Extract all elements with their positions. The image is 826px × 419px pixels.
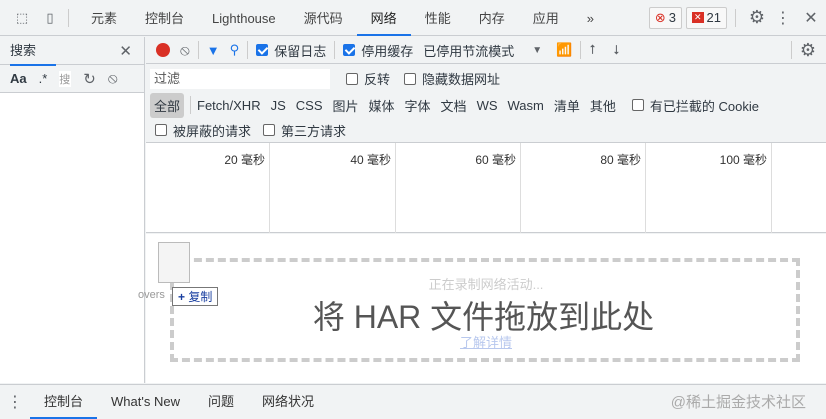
search-icon[interactable]: ⚲ [230, 42, 240, 58]
drawer-tab-bar: ⋮ 控制台 What's New 问题 网络状况 @稀土掘金技术社区 [0, 384, 826, 419]
network-conditions-icon[interactable]: 📶 [556, 42, 572, 58]
type-js[interactable]: JS [271, 98, 286, 113]
preserve-log-checkbox[interactable] [256, 44, 269, 56]
tab-lighthouse[interactable]: Lighthouse [198, 0, 290, 36]
tab-sources[interactable]: 源代码 [290, 0, 357, 36]
tab-elements[interactable]: 元素 [77, 0, 131, 36]
watermark: @稀土掘金技术社区 [670, 394, 806, 411]
learn-more-link[interactable]: 了解详情 [146, 332, 826, 351]
tab-performance[interactable]: 性能 [411, 0, 465, 36]
drag-file-icon [158, 242, 190, 283]
request-filter-row: 被屏蔽的请求 第三方请求 [146, 118, 826, 143]
copy-drag-tooltip: + 复制 [172, 287, 219, 306]
drag-file-label: overs [138, 289, 165, 301]
tab-memory[interactable]: 内存 [465, 0, 519, 36]
drawer-tab-whats-new[interactable]: What's New [97, 385, 194, 419]
filter-icon[interactable]: ▼ [207, 43, 220, 58]
inspect-element-icon[interactable]: ⬚ [12, 10, 32, 26]
blocked-requests-checkbox[interactable] [155, 124, 167, 136]
issues-badge[interactable]: ✕ 21 [685, 6, 727, 29]
type-ws[interactable]: WS [477, 98, 498, 113]
more-tabs-button[interactable]: » [573, 0, 608, 36]
more-options-icon[interactable]: ⋮ [770, 8, 796, 28]
throttle-select[interactable]: 已停用节流模式 [423, 41, 514, 60]
drawer-tab-network-conditions[interactable]: 网络状况 [248, 385, 328, 419]
type-wasm[interactable]: Wasm [508, 98, 544, 113]
close-search-icon[interactable]: ✕ [119, 42, 132, 60]
tick-label: 60 毫秒 [396, 143, 521, 233]
issue-icon: ✕ [691, 12, 704, 23]
errors-badge[interactable]: ⊗ 3 [648, 6, 682, 29]
drawer-menu-icon[interactable]: ⋮ [0, 392, 30, 412]
error-icon: ⊗ [654, 9, 666, 25]
filter-input[interactable]: 过滤 [150, 68, 330, 89]
search-input[interactable]: 搜 [59, 70, 72, 87]
import-har-icon[interactable]: ⭡ [589, 42, 595, 58]
network-settings-icon[interactable]: ⚙ [800, 40, 816, 61]
dropdown-arrow-icon[interactable]: ▼ [532, 45, 542, 56]
drawer-tab-issues[interactable]: 问题 [194, 385, 248, 419]
tick-label: 40 毫秒 [270, 143, 396, 233]
type-doc[interactable]: 文档 [441, 96, 467, 115]
recording-text: 正在录制网络活动... [428, 277, 544, 292]
settings-gear-icon[interactable]: ⚙ [744, 7, 770, 28]
regex-button[interactable]: .* [39, 71, 48, 86]
type-all[interactable]: 全部 [150, 92, 185, 118]
tick-label: 20 毫秒 [146, 143, 270, 233]
third-party-checkbox[interactable] [263, 124, 276, 136]
clear-log-icon[interactable]: ⦸ [180, 42, 190, 59]
tick-label: 80 毫秒 [521, 143, 646, 233]
filter-row: 过滤 反转 隐藏数据网址 [146, 65, 826, 92]
tab-network[interactable]: 网络 [356, 0, 411, 36]
network-toolbar: ⦸ ▼ ⚲ 保留日志 停用缓存 已停用节流模式 ▼ 📶 ⭡ ⭣ ⚙ [146, 37, 826, 64]
type-media[interactable]: 媒体 [369, 96, 395, 115]
type-manifest[interactable]: 清单 [554, 96, 580, 115]
tick-label: 100 毫秒 [646, 143, 772, 233]
match-case-button[interactable]: Aa [10, 71, 27, 86]
har-drop-area[interactable]: 正在录制网络活动... 将 HAR 文件拖放到此处 了解详情 overs + 复… [138, 234, 826, 383]
type-other[interactable]: 其他 [590, 96, 616, 115]
type-fetch-xhr[interactable]: Fetch/XHR [197, 98, 261, 113]
invert-checkbox[interactable] [346, 72, 358, 85]
export-har-icon[interactable]: ⭣ [613, 42, 619, 58]
device-toolbar-icon[interactable]: ▯ [40, 10, 60, 26]
type-filter-row: 全部 Fetch/XHR JS CSS 图片 媒体 字体 文档 WS Wasm … [146, 92, 826, 118]
close-icon[interactable]: ✕ [796, 8, 826, 28]
record-icon[interactable] [156, 43, 170, 57]
drawer-tab-console[interactable]: 控制台 [30, 385, 98, 419]
type-css[interactable]: CSS [296, 98, 323, 113]
tab-application[interactable]: 应用 [519, 0, 573, 36]
timeline-overview[interactable]: 20 毫秒 40 毫秒 60 毫秒 80 毫秒 100 毫秒 [146, 143, 826, 233]
blocked-cookies-checkbox[interactable] [631, 99, 644, 111]
devtools-tab-bar: ⬚ ▯ 元素 控制台 Lighthouse 源代码 网络 性能 内存 应用 » … [0, 0, 826, 36]
tab-console[interactable]: 控制台 [131, 0, 198, 36]
clear-icon[interactable]: ⦸ [108, 70, 118, 87]
type-font[interactable]: 字体 [405, 96, 431, 115]
search-sidebar: 搜索 ✕ Aa .* 搜 ↻ ⦸ [0, 37, 145, 383]
search-title: 搜索 [10, 35, 57, 66]
hide-data-urls-checkbox[interactable] [404, 72, 417, 85]
type-img[interactable]: 图片 [333, 96, 359, 115]
refresh-icon[interactable]: ↻ [83, 70, 96, 88]
disable-cache-checkbox[interactable] [343, 44, 356, 56]
